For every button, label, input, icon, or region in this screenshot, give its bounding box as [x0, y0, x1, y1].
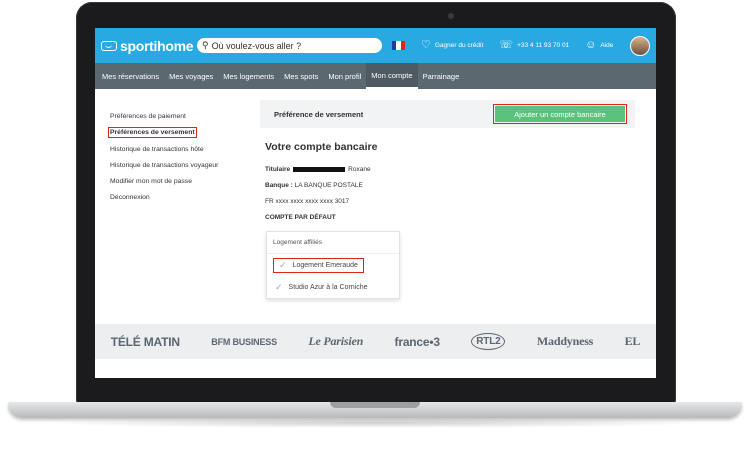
press-logo-telematin: TÉLÉ MATIN: [110, 334, 180, 349]
search-input[interactable]: ⚲ Où voulez-vous aller ?: [197, 38, 382, 53]
laptop-shadow: [40, 418, 710, 428]
nav-voyages[interactable]: Mes voyages: [164, 63, 218, 89]
add-bank-account-button[interactable]: Ajouter un compte bancaire: [493, 104, 627, 124]
press-logo-leparisien: Le Parisien: [308, 334, 364, 348]
highlighted-option: ✓ Logement Emeraude: [273, 257, 364, 273]
earn-credit-link[interactable]: ♡ Gagner du crédit: [421, 40, 483, 51]
holder-label: Titulaire: [265, 166, 291, 173]
page-body: Préférences de paiement Préférences de v…: [95, 89, 656, 318]
laptop-mockup: sportihome ⚲ Où voulez-vous aller ? ♡ Ga…: [0, 0, 750, 453]
holder-row: Titulaire Roxane: [265, 162, 625, 178]
sidebar-item-payout-label: Préférences de versement: [108, 127, 197, 139]
heart-icon: ♡: [421, 39, 431, 51]
french-flag-icon[interactable]: [392, 41, 405, 50]
affiliated-listings-dropdown[interactable]: Logement affiliés ✓ Logement Emeraude ✓ …: [266, 231, 400, 299]
dropdown-option[interactable]: ✓ Studio Azur à la Corniche: [267, 276, 399, 298]
panel-title: Préférence de versement: [274, 109, 364, 119]
sidebar-item-host-history[interactable]: Historique de transactions hôte: [110, 142, 240, 158]
brand-logo[interactable]: sportihome: [101, 38, 197, 54]
camera-icon: [448, 13, 454, 19]
option-label: Studio Azur à la Corniche: [288, 283, 368, 291]
bank-section-heading: Votre compte bancaire: [265, 141, 378, 153]
bank-name: LA BANQUE POSTALE: [294, 182, 363, 189]
check-icon: ✓: [279, 259, 287, 270]
option-label: Logement Emeraude: [292, 261, 358, 269]
nav-reservations[interactable]: Mes réservations: [97, 63, 164, 89]
press-logo-france3: france•3: [394, 334, 440, 349]
dropdown-option[interactable]: ✓ Logement Emeraude: [267, 254, 399, 276]
sidebar: Préférences de paiement Préférences de v…: [108, 109, 240, 207]
search-placeholder: Où voulez-vous aller ?: [211, 40, 302, 51]
nav-logements[interactable]: Mes logements: [218, 63, 279, 89]
sidebar-item-change-password[interactable]: Modifier mon mot de passe: [110, 174, 240, 190]
press-logo-rtl2: RTL2: [471, 333, 506, 350]
phone-number: +33 4 11 93 70 01: [517, 42, 570, 49]
nav-profil[interactable]: Mon profil: [323, 63, 366, 89]
help-link[interactable]: ☺ Aide: [585, 40, 613, 51]
default-account-label: COMPTE PAR DÉFAUT: [265, 214, 336, 221]
phone-link[interactable]: ☏ +33 4 11 93 70 01: [499, 40, 569, 51]
smile-logo-icon: [101, 40, 117, 51]
press-logo-maddyness: Maddyness: [536, 334, 594, 348]
top-bar: sportihome ⚲ Où voulez-vous aller ? ♡ Ga…: [95, 28, 656, 63]
press-logo-bfm: BFM BUSINESS: [211, 336, 277, 347]
nav-compte[interactable]: Mon compte: [366, 63, 418, 89]
search-icon: ⚲: [202, 40, 209, 50]
browser-screen: sportihome ⚲ Où voulez-vous aller ? ♡ Ga…: [95, 28, 656, 378]
iban: FR xxxx xxxx xxxx xxxx 3017: [265, 198, 350, 205]
brand-name: sportihome: [120, 37, 194, 54]
help-label: Aide: [600, 42, 614, 49]
bank-account-section: Votre compte bancaire Titulaire Roxane Ba…: [265, 141, 625, 226]
laptop-notch: [330, 402, 420, 408]
holder-name: Roxane: [348, 166, 371, 173]
dropdown-header: Logement affiliés: [267, 232, 399, 254]
sidebar-item-payout-prefs[interactable]: Préférences de versement: [108, 125, 240, 141]
earn-credit-label: Gagner du crédit: [434, 42, 484, 49]
sidebar-item-traveler-history[interactable]: Historique de transactions voyageur: [110, 158, 240, 174]
check-icon: ✓: [275, 281, 283, 292]
press-logos-strip: TÉLÉ MATIN BFM BUSINESS Le Parisien fran…: [95, 324, 656, 359]
nav-parrainage[interactable]: Parrainage: [418, 63, 465, 89]
nav-spots[interactable]: Mes spots: [279, 63, 323, 89]
sidebar-item-logout[interactable]: Déconnexion: [110, 190, 240, 206]
avatar[interactable]: [630, 35, 650, 56]
page-footer: [95, 359, 656, 378]
redacted-name: [293, 166, 346, 172]
main-nav: Mes réservations Mes voyages Mes logemen…: [95, 63, 656, 89]
bank-row: Banque : LA BANQUE POSTALE: [265, 178, 625, 194]
phone-icon: ☏: [499, 39, 514, 51]
press-logo-elle: EL: [624, 334, 641, 348]
panel-header: Préférence de versement Ajouter un compt…: [260, 100, 635, 128]
bank-label: Banque :: [265, 182, 293, 189]
help-icon: ☺: [585, 39, 597, 51]
sidebar-item-payment-prefs[interactable]: Préférences de paiement: [110, 109, 240, 125]
